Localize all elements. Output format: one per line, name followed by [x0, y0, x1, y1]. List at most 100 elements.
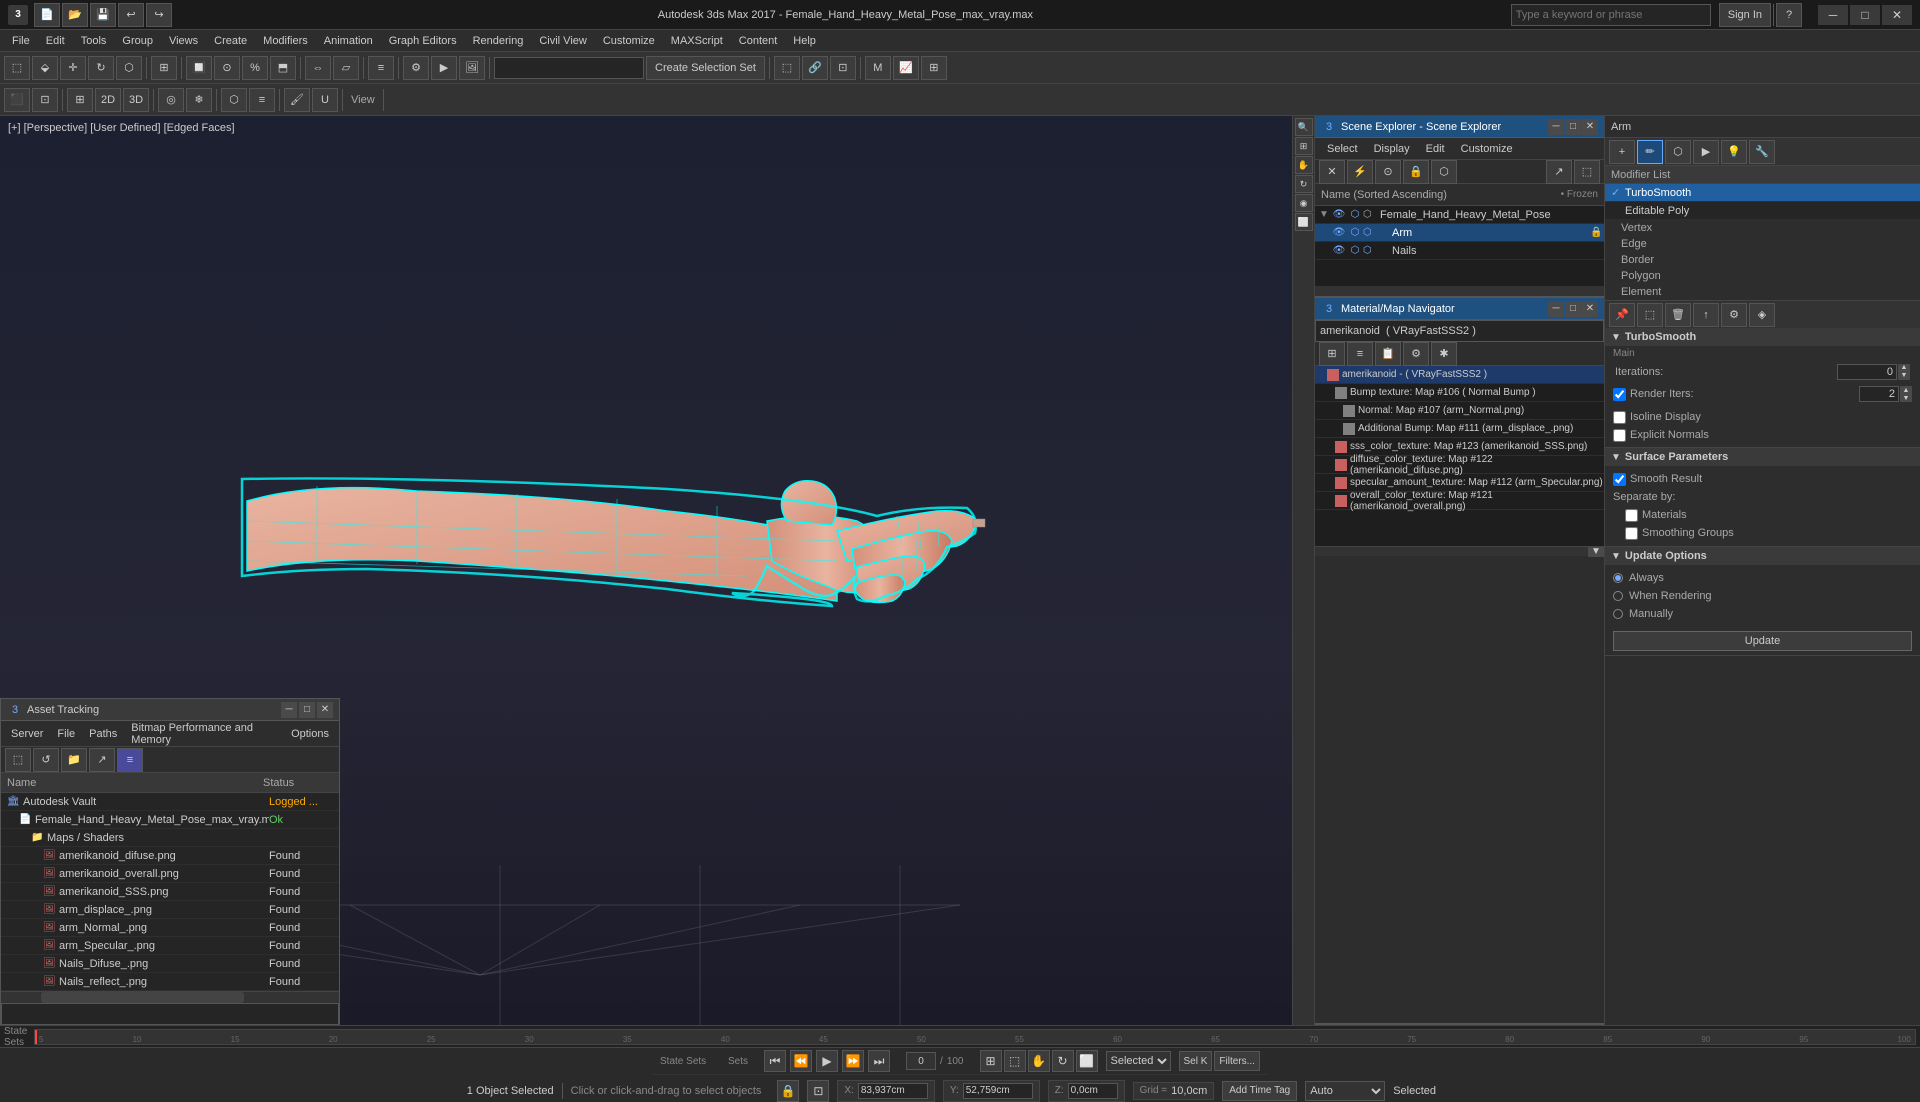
save-btn[interactable]: 💾 — [90, 3, 116, 27]
scene-tool3[interactable]: ⊙ — [1375, 160, 1401, 184]
undo-btn[interactable]: ↩ — [118, 3, 144, 27]
mirror-btn[interactable]: ⇔ — [305, 56, 331, 80]
render-iters-check[interactable] — [1613, 388, 1626, 401]
mat-tool1[interactable]: ⊞ — [1319, 342, 1345, 366]
link-btn[interactable]: 🔗 — [802, 56, 828, 80]
snap2d-btn[interactable]: 2D — [95, 88, 121, 112]
sign-in-btn[interactable]: Sign In — [1719, 3, 1771, 27]
frame-input[interactable] — [906, 1052, 936, 1070]
asset-tool3[interactable]: 📁 — [61, 748, 87, 772]
z-coord-input[interactable] — [1068, 1083, 1118, 1099]
minimize-btn[interactable]: ─ — [1818, 5, 1848, 25]
viewport-layout-btn[interactable]: ⬛ — [4, 88, 30, 112]
go-end-btn[interactable]: ⏭ — [868, 1050, 890, 1072]
menu-maxscript[interactable]: MAXScript — [663, 33, 731, 49]
unwrap-btn[interactable]: U — [312, 88, 338, 112]
arc-rotate-btn[interactable]: ↻ — [1052, 1050, 1074, 1072]
snap3d-btn[interactable]: 3D — [123, 88, 149, 112]
mod-make-unique-btn[interactable]: ◈ — [1749, 303, 1775, 327]
modifier-turbosmooth[interactable]: ✓ TurboSmooth — [1605, 184, 1920, 202]
maximize-viewport-btn[interactable]: ⬜ — [1076, 1050, 1098, 1072]
menu-file[interactable]: File — [4, 33, 38, 49]
select-btn[interactable]: ⬚ — [4, 56, 30, 80]
sub-element[interactable]: Element — [1605, 284, 1920, 300]
asset-item-difuse[interactable]: 🖼 amerikanoid_difuse.png Found — [1, 847, 339, 865]
timeline-track[interactable]: 5 10 15 20 25 30 35 40 45 50 55 60 65 70… — [34, 1029, 1916, 1045]
nails-eye-icon[interactable]: 👁 — [1332, 244, 1346, 258]
vp-pan-btn[interactable]: ✋ — [1295, 156, 1313, 174]
pan-view-btn[interactable]: ✋ — [1028, 1050, 1050, 1072]
mat-tool3[interactable]: 📋 — [1375, 342, 1401, 366]
angle-snap-btn[interactable]: ⊙ — [214, 56, 240, 80]
asset-item-vault[interactable]: 🏛 Autodesk Vault Logged ... — [1, 793, 339, 811]
menu-animation[interactable]: Animation — [316, 33, 381, 49]
mod-config-btn[interactable]: ⚙ — [1721, 303, 1747, 327]
zoom-region-btn[interactable]: ⬚ — [1004, 1050, 1026, 1072]
freeze-sel-btn[interactable]: ❄ — [186, 88, 212, 112]
update-btn[interactable]: Update — [1613, 631, 1912, 651]
asset-menu-server[interactable]: Server — [5, 726, 49, 742]
menu-help[interactable]: Help — [785, 33, 824, 49]
render-setup-btn[interactable]: ⚙ — [403, 56, 429, 80]
mat-nav-restore[interactable]: □ — [1565, 301, 1581, 317]
scene-tool1[interactable]: ✕ — [1319, 160, 1345, 184]
scene-tool6[interactable]: ↗ — [1546, 160, 1572, 184]
asset-item-specular[interactable]: 🖼 arm_Specular_.png Found — [1, 937, 339, 955]
vp-orbit-btn[interactable]: ↻ — [1295, 175, 1313, 193]
render-icon[interactable]: ⬡ — [1348, 208, 1362, 222]
abs-mode-btn[interactable]: ⊡ — [807, 1080, 829, 1102]
motion-tab[interactable]: ▶ — [1693, 140, 1719, 164]
redo-btn[interactable]: ↪ — [146, 3, 172, 27]
scene-item-arm[interactable]: 👁 ⬡ ⬡ Arm 🔒 — [1315, 224, 1604, 242]
asset-close-btn[interactable]: ✕ — [317, 702, 333, 718]
asset-item-normal[interactable]: 🖼 arm_Normal_.png Found — [1, 919, 339, 937]
layer-mgr-btn[interactable]: ≡ — [368, 56, 394, 80]
asset-item-nails-difuse[interactable]: 🖼 Nails_Difuse_.png Found — [1, 955, 339, 973]
scene-tool4[interactable]: 🔒 — [1403, 160, 1429, 184]
menu-modifiers[interactable]: Modifiers — [255, 33, 316, 49]
asset-scroll-x[interactable] — [1, 991, 339, 1003]
ts-section-header[interactable]: ▼ TurboSmooth — [1605, 328, 1920, 346]
display-tab[interactable]: 💡 — [1721, 140, 1747, 164]
sub-edge[interactable]: Edge — [1605, 236, 1920, 252]
menu-edit[interactable]: Edit — [38, 33, 73, 49]
scene-explorer-minimize[interactable]: ─ — [1548, 119, 1564, 135]
scene-scroll[interactable] — [1315, 286, 1604, 296]
keyword-search[interactable] — [1511, 4, 1711, 26]
mat-item-bump[interactable]: Bump texture: Map #106 ( Normal Bump ) — [1315, 384, 1604, 402]
viewport-single-btn[interactable]: ⊡ — [32, 88, 58, 112]
mat-item-normal[interactable]: Normal: Map #107 (arm_Normal.png) — [1315, 402, 1604, 420]
zoom-extents-btn[interactable]: ⊞ — [980, 1050, 1002, 1072]
asset-minimize-btn[interactable]: ─ — [281, 702, 297, 718]
obj-props-btn[interactable]: ≡ — [249, 88, 275, 112]
vertex-paint-btn[interactable]: 🖌 — [284, 88, 310, 112]
new-btn[interactable]: 📄 — [34, 3, 60, 27]
mod-up-btn[interactable]: ↑ — [1693, 303, 1719, 327]
menu-rendering[interactable]: Rendering — [465, 33, 532, 49]
render-frame-btn[interactable]: 🖼 — [459, 56, 485, 80]
surface-section-header[interactable]: ▼ Surface Parameters — [1605, 448, 1920, 466]
scene-tool7[interactable]: ⬚ — [1574, 160, 1600, 184]
nails-render-icon[interactable]: ⬡ — [1348, 244, 1362, 258]
scale-btn[interactable]: ⬡ — [116, 56, 142, 80]
track-view-btn[interactable]: 📈 — [893, 56, 919, 80]
x-coord-input[interactable] — [858, 1083, 928, 1099]
scene-tool2[interactable]: ⚡ — [1347, 160, 1373, 184]
iterations-up[interactable]: ▲ — [1898, 364, 1910, 372]
viewport[interactable]: [+] [Perspective] [User Defined] [Edged … — [0, 116, 1314, 1025]
asset-tool1[interactable]: ⬚ — [5, 748, 31, 772]
spinner-snap-btn[interactable]: ⬒ — [270, 56, 296, 80]
menu-graph-editors[interactable]: Graph Editors — [381, 33, 465, 49]
bind-btn[interactable]: ⊡ — [830, 56, 856, 80]
asset-item-nails-reflect[interactable]: 🖼 Nails_reflect_.png Found — [1, 973, 339, 991]
manually-radio[interactable] — [1613, 609, 1623, 619]
asset-item-sss[interactable]: 🖼 amerikanoid_SSS.png Found — [1, 883, 339, 901]
asset-menu-paths[interactable]: Paths — [83, 726, 123, 742]
mod-pin-btn[interactable]: 📌 — [1609, 303, 1635, 327]
lock-sel-btn[interactable]: 🔒 — [777, 1080, 799, 1102]
asset-search-input[interactable] — [1, 1003, 339, 1025]
utilities-tab[interactable]: 🔧 — [1749, 140, 1775, 164]
hierarchy-tab[interactable]: ⬡ — [1665, 140, 1691, 164]
scene-menu-customize[interactable]: Customize — [1453, 141, 1521, 157]
next-frame-btn[interactable]: ⏩ — [842, 1050, 864, 1072]
